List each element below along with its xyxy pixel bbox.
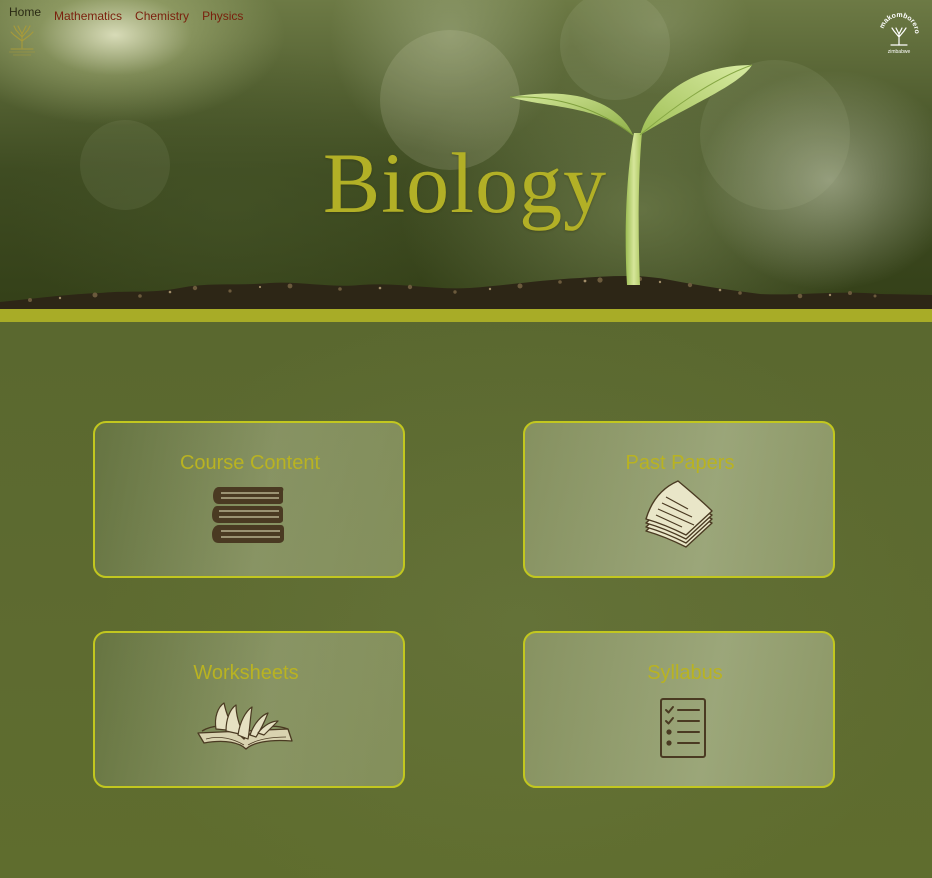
books-stack-icon xyxy=(212,487,284,543)
card-title: Course Content xyxy=(179,452,321,474)
checklist-icon xyxy=(660,698,706,758)
bokeh-light xyxy=(80,120,170,210)
card-title: Past Papers xyxy=(625,452,735,474)
worksheets-card[interactable]: Worksheets xyxy=(93,631,405,788)
card-title: Syllabus xyxy=(647,662,723,684)
open-book-icon xyxy=(197,702,293,750)
svg-text:makomborero: makomborero xyxy=(879,12,920,34)
nav-link-chemistry[interactable]: Chemistry xyxy=(135,9,189,23)
syllabus-card[interactable]: Syllabus xyxy=(523,631,835,788)
paper-stack-icon xyxy=(645,480,713,548)
logo-text: makomborero xyxy=(879,12,920,34)
sprout-icon xyxy=(509,64,753,285)
nav-link-mathematics[interactable]: Mathematics xyxy=(54,9,122,23)
past-papers-card[interactable]: Past Papers xyxy=(523,421,835,578)
hero-banner: Home Mathematics Chemistry Physics makom… xyxy=(0,0,932,309)
makomborero-logo-icon[interactable]: makomborero zimbabwe xyxy=(877,11,921,55)
course-content-card[interactable]: Course Content xyxy=(93,421,405,578)
soil-ground xyxy=(0,276,932,309)
nav-link-home[interactable]: Home xyxy=(9,5,41,19)
main-content: Course Content Past Papers Worksheets Sy… xyxy=(0,322,932,878)
accent-bar xyxy=(0,309,932,322)
top-nav: Home Mathematics Chemistry Physics xyxy=(0,0,243,30)
logo-subtext: zimbabwe xyxy=(888,49,911,55)
page: Home Mathematics Chemistry Physics makom… xyxy=(0,0,932,878)
nav-link-physics[interactable]: Physics xyxy=(202,9,243,23)
card-title: Worksheets xyxy=(193,662,299,684)
